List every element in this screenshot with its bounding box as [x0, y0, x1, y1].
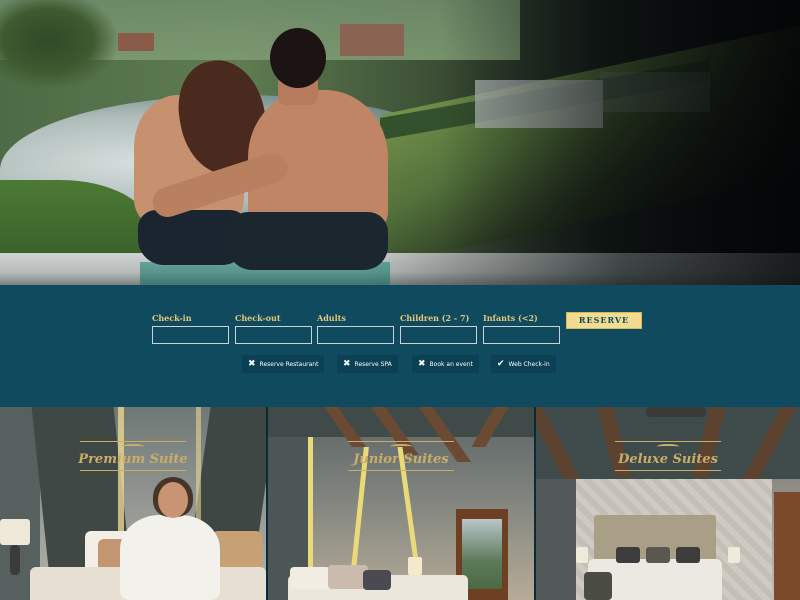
man-head — [270, 28, 326, 88]
suite-title: Deluxe Suites — [618, 452, 718, 467]
lamp — [408, 557, 422, 575]
title-rule — [348, 470, 454, 471]
checkout-input[interactable] — [235, 326, 312, 344]
suite-title: Premium Suite — [78, 452, 188, 467]
title-rule — [615, 441, 721, 442]
woman-face — [158, 482, 188, 518]
door — [774, 492, 800, 600]
pillow — [584, 572, 612, 600]
adults-input[interactable] — [317, 326, 394, 344]
pillow — [363, 570, 391, 590]
title-ornament-icon — [657, 444, 679, 449]
lamp — [0, 519, 30, 545]
pillow — [290, 567, 330, 589]
title-rule — [348, 441, 454, 442]
hero-image — [0, 0, 800, 285]
pillow — [616, 547, 640, 563]
checkin-field: Check-in — [152, 313, 230, 344]
title-rule — [80, 441, 186, 442]
suite-title-block: Deluxe Suites — [536, 441, 800, 471]
quick-links: ✖ Reserve Restaurant ✖ Reserve SPA ✖ Boo… — [242, 355, 572, 373]
window — [462, 519, 502, 589]
pillow — [328, 565, 368, 589]
hero-shade — [440, 0, 800, 285]
spa-icon: ✖ — [343, 359, 351, 369]
children-field: Children (2 - 7) — [400, 313, 478, 344]
infants-input[interactable] — [483, 326, 560, 344]
lamp-base — [10, 545, 20, 575]
suite-title-block: Junior Suites — [268, 441, 534, 471]
couple-photo — [120, 20, 400, 270]
suites-gallery: Premium Suite Junior Suites Deluxe Suite… — [0, 407, 800, 600]
suite-card-deluxe[interactable]: Deluxe Suites — [536, 407, 800, 600]
checkin-label: Check-in — [152, 313, 192, 323]
title-rule — [615, 470, 721, 471]
checkout-label: Check-out — [235, 313, 281, 323]
web-checkin-label: Web Check-in — [508, 360, 550, 368]
suite-card-premium[interactable]: Premium Suite — [0, 407, 266, 600]
suite-title-block: Premium Suite — [0, 441, 266, 471]
title-rule — [80, 470, 186, 471]
reserve-spa-link[interactable]: ✖ Reserve SPA — [337, 355, 398, 373]
reserve-spa-label: Reserve SPA — [354, 360, 392, 368]
suite-title: Junior Suites — [353, 452, 449, 467]
lamp — [576, 547, 588, 563]
room-wall — [536, 479, 576, 600]
event-icon: ✖ — [418, 359, 426, 369]
ceiling-fan-icon — [646, 407, 706, 417]
check-icon: ✔ — [497, 359, 505, 369]
suite-card-junior[interactable]: Junior Suites — [268, 407, 534, 600]
hero-trees — [0, 0, 120, 90]
man-swim-shorts — [228, 212, 388, 270]
checkin-input[interactable] — [152, 326, 229, 344]
children-input[interactable] — [400, 326, 477, 344]
reserve-restaurant-link[interactable]: ✖ Reserve Restaurant — [242, 355, 325, 373]
reserve-button[interactable]: RESERVE — [566, 312, 642, 329]
title-ornament-icon — [390, 444, 412, 449]
adults-label: Adults — [317, 313, 346, 323]
infants-field: Infants (<2) — [483, 313, 561, 344]
web-checkin-link[interactable]: ✔ Web Check-in — [491, 355, 556, 373]
book-event-link[interactable]: ✖ Book an event — [412, 355, 479, 373]
pillow — [676, 547, 700, 563]
book-event-label: Book an event — [429, 360, 473, 368]
children-label: Children (2 - 7) — [400, 313, 470, 323]
reserve-restaurant-label: Reserve Restaurant — [259, 360, 319, 368]
title-ornament-icon — [122, 444, 144, 449]
booking-bar: Check-in Check-out Adults Children (2 - … — [0, 285, 800, 407]
lamp — [728, 547, 740, 563]
checkout-field: Check-out — [235, 313, 313, 344]
infants-label: Infants (<2) — [483, 313, 538, 323]
pool-edge-shadow — [360, 253, 800, 285]
adults-field: Adults — [317, 313, 395, 344]
woman-in-robe — [120, 515, 220, 600]
pillow — [646, 547, 670, 563]
utensils-icon: ✖ — [248, 359, 256, 369]
